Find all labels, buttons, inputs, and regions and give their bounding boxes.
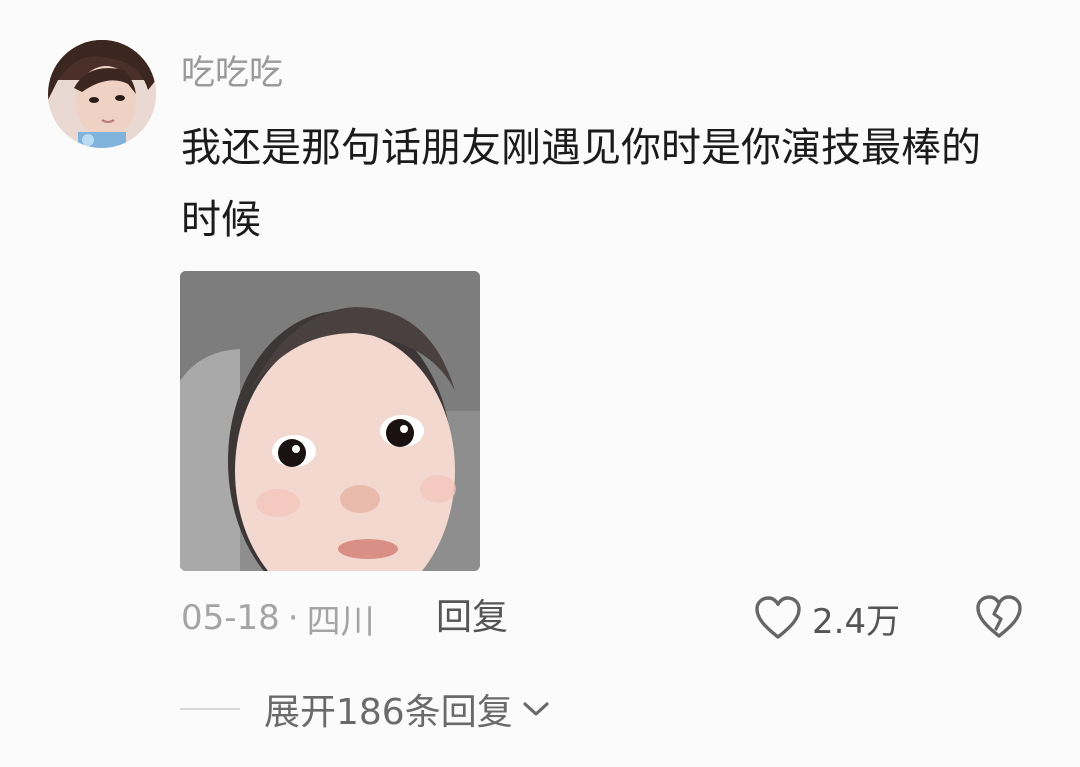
broken-heart-icon (976, 595, 1022, 638)
comment-location: 四川 (306, 601, 375, 642)
meta-separator: · (287, 598, 299, 638)
like-button[interactable]: 2.4万 (754, 592, 900, 644)
heart-outline-icon (755, 596, 801, 639)
avatar[interactable] (48, 40, 156, 148)
username[interactable]: 吃吃吃 (181, 50, 283, 96)
expand-replies-label: 展开186条回复 (264, 692, 513, 733)
like-count: 2.4万 (812, 601, 901, 642)
comment-item: 吃吃吃 我还是那句话朋友刚遇见你时是你演技最棒的时候 05-18 · 四川 回复 (0, 0, 1080, 767)
avatar-image (48, 40, 156, 148)
comment-text: 我还是那句话朋友刚遇见你时是你演技最棒的时候 (181, 125, 981, 243)
chevron-down-icon (523, 702, 549, 716)
divider-line (180, 708, 240, 710)
comment-meta: 05-18 · 四川 (181, 594, 375, 642)
dislike-button[interactable] (974, 592, 1024, 642)
comment-sticker-image[interactable] (180, 271, 480, 571)
expand-replies-button[interactable]: 展开186条回复 (180, 684, 551, 734)
baby-face-sticker (180, 271, 480, 571)
comment-date: 05-18 (181, 598, 280, 638)
reply-button[interactable]: 回复 (436, 594, 508, 642)
